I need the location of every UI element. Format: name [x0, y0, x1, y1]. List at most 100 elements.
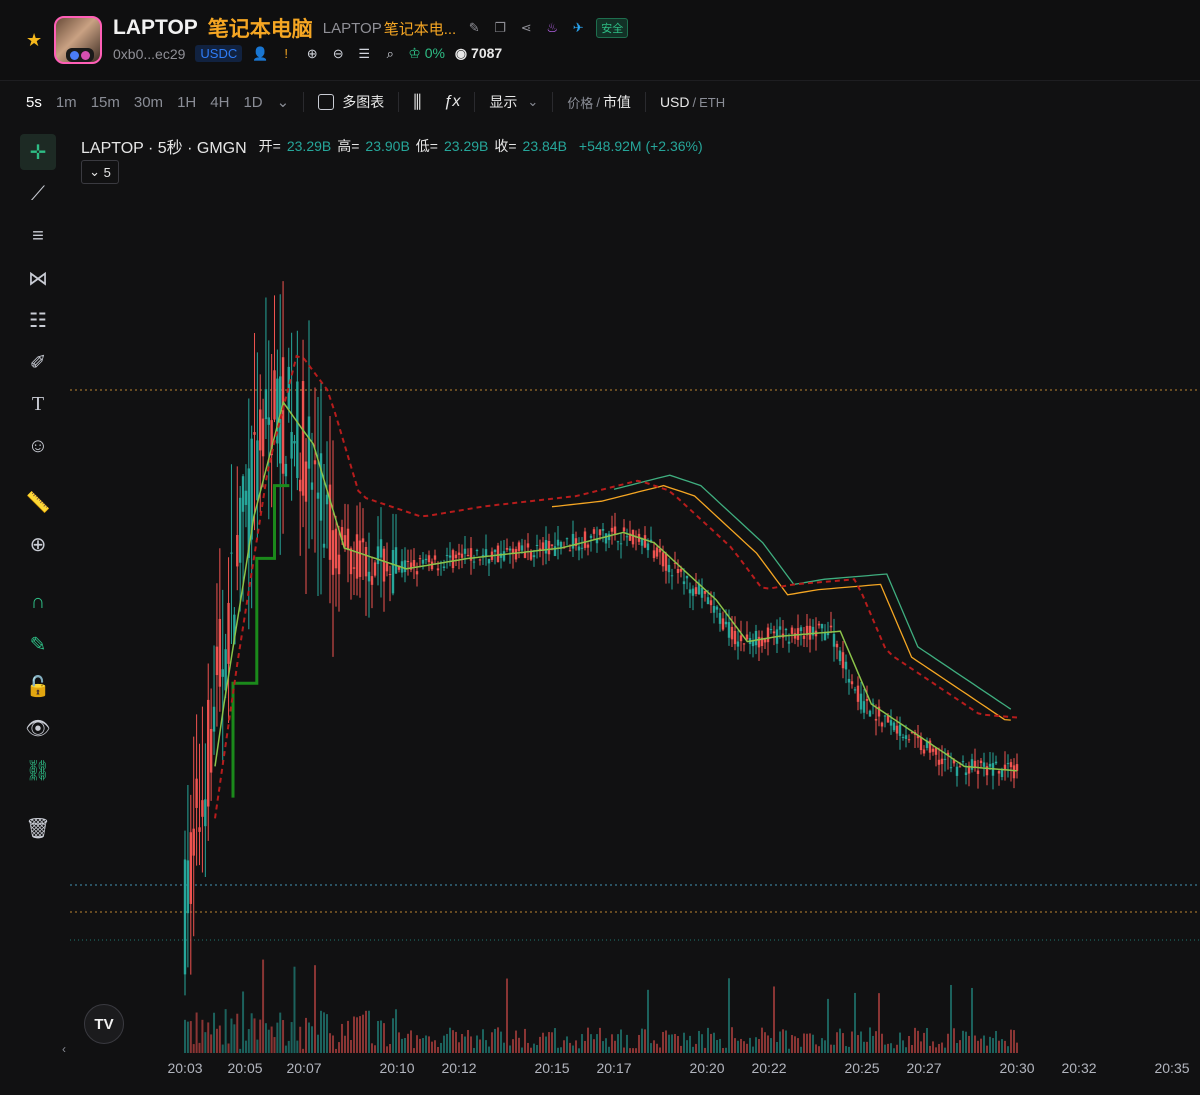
collapse-chevron-icon: ⌄ [89, 164, 101, 179]
chevron-down-icon[interactable]: ⌄ [277, 93, 290, 111]
volume-bar [530, 1047, 532, 1053]
trendline-icon[interactable]: ⟋ [20, 176, 56, 212]
volume-bar [992, 1038, 994, 1053]
crosshair-icon[interactable]: ✛ [20, 134, 56, 170]
price-chart[interactable] [70, 128, 1200, 1068]
candle-body [847, 678, 851, 683]
candle-body [212, 706, 216, 732]
multi-chart-checkbox[interactable] [318, 94, 335, 110]
pattern-icon[interactable]: ⋈ [20, 260, 56, 296]
timeframe-15m[interactable]: 15m [91, 94, 120, 111]
volume-bar [536, 1045, 538, 1053]
volume-bar [797, 1038, 799, 1053]
mcap-toggle[interactable]: 市值 [603, 92, 631, 112]
volume-bar [491, 1032, 493, 1053]
volume-bar [704, 1047, 706, 1053]
candle-body [751, 640, 755, 647]
volume-bar [623, 1047, 625, 1053]
candle-body [964, 772, 968, 776]
edit-icon[interactable]: ✎ [466, 20, 482, 36]
tradingview-logo[interactable]: TV [84, 1004, 124, 1044]
volume-bar [353, 1016, 355, 1053]
candles-icon[interactable]: ⫼ [413, 92, 421, 113]
fib-icon[interactable]: ☷ [20, 302, 56, 338]
link-icon[interactable]: ⛓ [20, 752, 56, 788]
volume-bar [239, 1048, 242, 1053]
volume-bar [341, 1023, 343, 1053]
magnet-icon[interactable]: ∩ [20, 584, 56, 620]
candle-body [331, 530, 335, 575]
share-icon[interactable]: ⋖ [518, 20, 534, 36]
volume-bar [377, 1020, 379, 1053]
volume-bar [647, 989, 649, 1053]
volume-bar [689, 1035, 691, 1053]
ruler-icon[interactable]: 📏 [20, 484, 56, 520]
candle-body [715, 606, 719, 610]
volume-bar [848, 1046, 850, 1053]
candle-body [778, 626, 782, 630]
candle-body [457, 552, 461, 555]
zoom-icon[interactable]: ⊕ [20, 526, 56, 562]
volume-bar [824, 1040, 826, 1053]
text-icon[interactable]: T [20, 386, 56, 422]
scroll-left-icon[interactable]: ‹ [62, 1042, 66, 1056]
timeframe-4h[interactable]: 4H [210, 94, 229, 111]
candle-body [667, 564, 671, 573]
horizontal-lines-icon[interactable]: ≡ [20, 218, 56, 254]
candle-body [448, 555, 452, 558]
warning-icon[interactable]: ! [278, 46, 294, 62]
star-icon[interactable]: ★ [26, 30, 42, 51]
volume-bar [899, 1032, 901, 1053]
volume-bar [620, 1029, 622, 1053]
timeframe-1h[interactable]: 1H [177, 94, 196, 111]
candle-body [829, 625, 833, 628]
candle-body [718, 612, 722, 624]
unlock-icon[interactable]: 🔓 [20, 668, 56, 704]
volume-bar [473, 1047, 475, 1053]
price-toggle[interactable]: 价格 [567, 93, 593, 112]
candle-body [412, 560, 416, 567]
ohlc-legend: LAPTOP · 5秒 · GMGN 开= 23.29B 高= 23.90B 低= 2… [81, 134, 703, 158]
candle-body [364, 546, 368, 577]
volume-bar [743, 1041, 745, 1053]
lock-pencil-icon[interactable]: ✎ [20, 626, 56, 662]
candle-body [403, 560, 407, 573]
fx-icon[interactable]: ƒx [443, 93, 460, 111]
candle-body [487, 559, 491, 564]
trash-icon[interactable]: 🗑 [20, 810, 56, 846]
indicator-collapse-button[interactable]: ⌄ 5 [81, 160, 119, 184]
display-chevron-icon[interactable]: ⌄ [527, 94, 538, 110]
usd-toggle[interactable]: USD [660, 94, 690, 110]
candle-body [640, 538, 644, 546]
copy-icon[interactable]: ❐ [492, 20, 508, 36]
multi-chart-label[interactable]: 多图表 [342, 92, 384, 112]
eye-tool-icon[interactable]: 👁 [20, 710, 56, 746]
minus-circle-icon[interactable]: ⊖ [330, 46, 346, 62]
timeframe-5s[interactable]: 5s [26, 94, 42, 111]
search-icon[interactable]: ⌕ [382, 46, 398, 62]
timeframe-30m[interactable]: 30m [134, 94, 163, 111]
telegram-icon[interactable]: ✈ [570, 20, 586, 36]
timeframe-1m[interactable]: 1m [56, 94, 77, 111]
fire-icon[interactable]: ♨ [544, 20, 560, 36]
notes-icon[interactable]: ☰ [356, 46, 372, 62]
user-icon[interactable]: 👤 [252, 46, 268, 62]
eth-toggle[interactable]: ETH [699, 95, 725, 110]
display-menu[interactable]: 显示 [489, 92, 517, 112]
toolbar-divider [644, 92, 646, 112]
safety-badge[interactable]: 安全 [596, 18, 629, 38]
volume-bar [866, 1041, 868, 1053]
candle-body [553, 546, 557, 556]
candle-body [296, 381, 299, 478]
candle-body [589, 535, 593, 538]
globe-icon[interactable]: ⊕ [304, 46, 320, 62]
emoji-icon[interactable]: ☺ [20, 428, 56, 464]
volume-bar [515, 1030, 517, 1053]
contract-address[interactable]: 0xb0...ec29 [113, 46, 185, 62]
time-axis-label: 20:03 [167, 1060, 203, 1076]
candle-body [982, 762, 986, 767]
brush-icon[interactable]: ✐ [20, 344, 56, 380]
timeframe-1d[interactable]: 1D [243, 94, 262, 111]
volume-bar [869, 1027, 871, 1053]
platform-badge-icon [81, 50, 90, 60]
